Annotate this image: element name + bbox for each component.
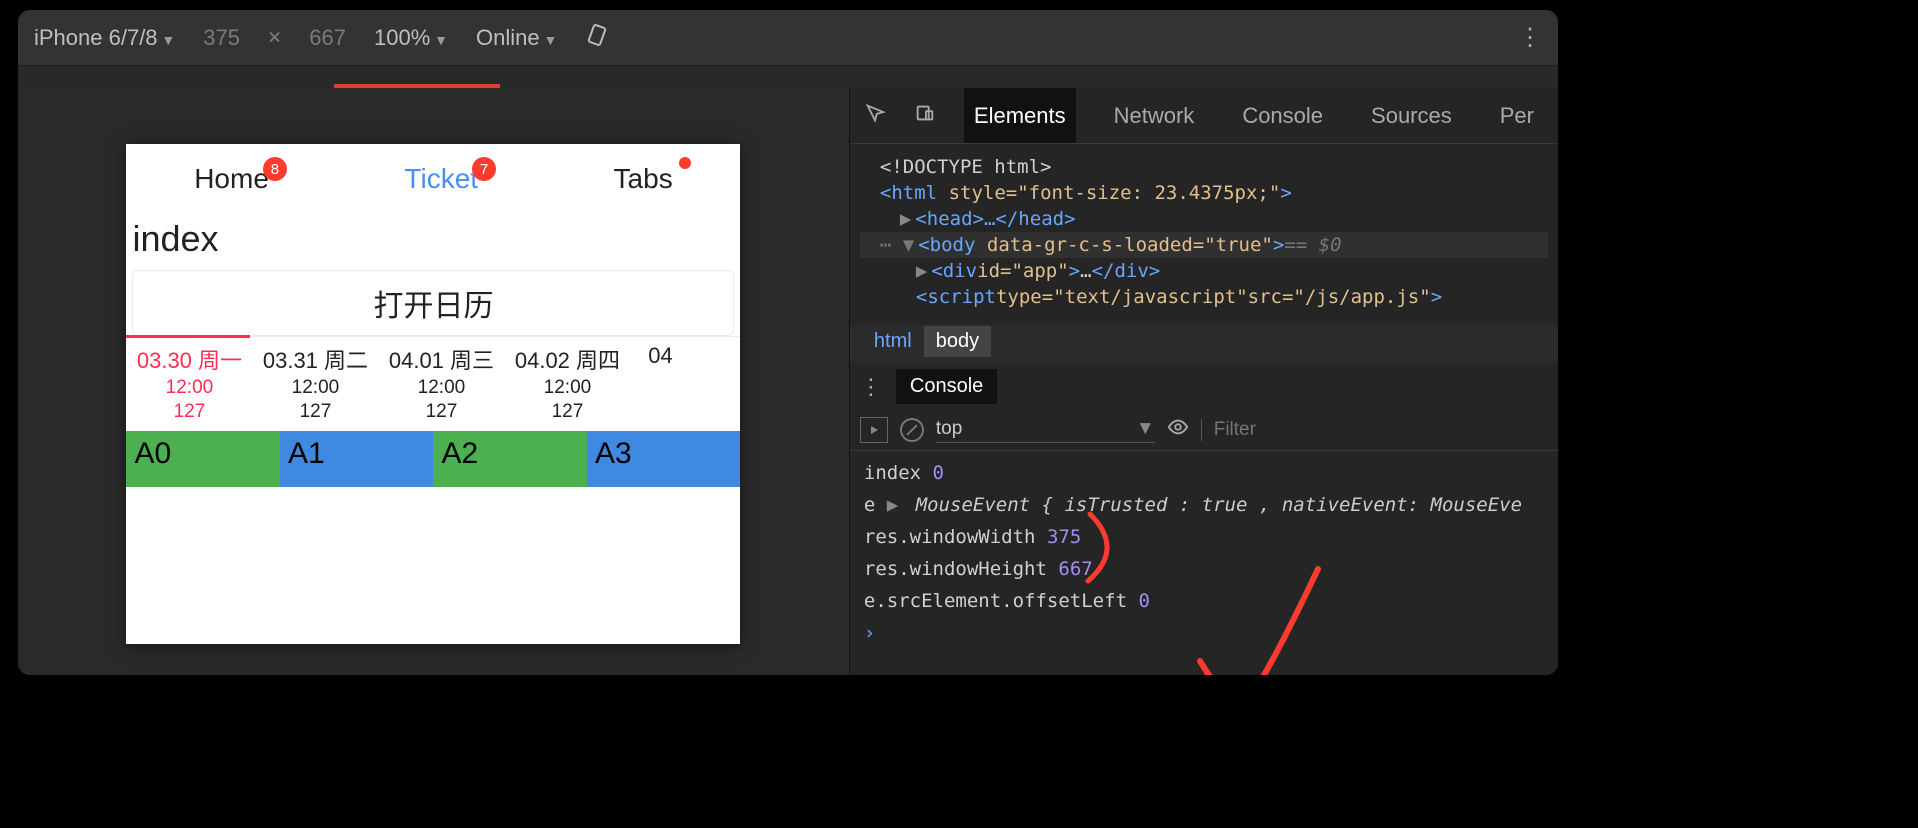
device-viewport-area: Home 8 Ticket 7 Tabs index 打开日历: [18, 88, 849, 675]
tab-ticket[interactable]: Ticket 7: [404, 163, 478, 195]
console-line: res.windowWidth 375: [864, 521, 1544, 553]
console-output[interactable]: index 0 e ▶ MouseEvent { isTrusted : tru…: [850, 451, 1558, 675]
context-label: top: [936, 418, 1136, 440]
tab-home[interactable]: Home 8: [194, 163, 269, 195]
date: 04.01 周三: [378, 343, 504, 375]
count: 127: [378, 401, 504, 423]
tab-console[interactable]: Console: [1232, 88, 1333, 143]
viewport-height[interactable]: 667: [309, 25, 346, 51]
device-mode-icon[interactable]: [914, 102, 936, 130]
blocks-row: A0 A1 A2 A3: [126, 431, 740, 487]
inspect-icon[interactable]: [864, 102, 886, 130]
date-strip[interactable]: 03.30 周一 12:00 127 03.31 周二 12:00 127 04…: [126, 336, 740, 431]
console-prompt[interactable]: ›: [864, 617, 1544, 649]
device-selector[interactable]: iPhone 6/7/8: [34, 25, 175, 51]
date: 04: [630, 343, 690, 369]
date: 03.30 周一: [126, 343, 252, 375]
dimension-separator: ×: [268, 25, 281, 50]
dom-doctype[interactable]: <!DOCTYPE html>: [860, 154, 1548, 180]
time: 12:00: [504, 377, 630, 399]
tab-label: Tabs: [614, 163, 673, 195]
crumb-body[interactable]: body: [924, 326, 991, 357]
dom-div-app[interactable]: ▶<div id="app">…</div>: [860, 258, 1548, 284]
time: 12:00: [378, 377, 504, 399]
block-a2[interactable]: A2: [433, 431, 587, 487]
date-col-4[interactable]: 04: [630, 337, 690, 431]
console-toolbar: top ▼: [850, 410, 1558, 451]
viewport-width[interactable]: 375: [203, 25, 240, 51]
console-line: res.windowHeight 667: [864, 553, 1544, 585]
date-col-2[interactable]: 04.01 周三 12:00 127: [378, 337, 504, 431]
open-calendar-button[interactable]: 打开日历: [132, 270, 734, 336]
ruler-bar: [18, 66, 1558, 88]
section-label: index: [126, 214, 740, 264]
live-expression-icon[interactable]: [1167, 416, 1189, 444]
dom-tree[interactable]: <!DOCTYPE html> <html style= "font-size:…: [850, 144, 1558, 324]
dom-body-open[interactable]: ⋯ ▼ <body data-gr-c-s-loaded= "true" > =…: [860, 232, 1548, 258]
block-a1[interactable]: A1: [280, 431, 434, 487]
count: 127: [252, 401, 378, 423]
drawer-header: ⋮ Console: [850, 363, 1558, 410]
app-tabs: Home 8 Ticket 7 Tabs: [126, 144, 740, 214]
kebab-menu-icon[interactable]: ⋮: [1518, 23, 1542, 52]
badge-home: 8: [263, 157, 287, 181]
width-indicator: [334, 66, 500, 88]
time: 12:00: [126, 377, 252, 399]
time: 12:00: [252, 377, 378, 399]
sidebar-toggle-icon[interactable]: [860, 417, 888, 443]
date-col-0[interactable]: 03.30 周一 12:00 127: [126, 337, 252, 431]
date-col-3[interactable]: 04.02 周四 12:00 127: [504, 337, 630, 431]
drawer-tab-console[interactable]: Console: [896, 369, 997, 404]
devtools-panel: Elements Network Console Sources Per <!D…: [849, 88, 1558, 675]
rotate-icon[interactable]: [585, 23, 609, 53]
tab-elements[interactable]: Elements: [964, 88, 1076, 143]
breadcrumb: html body: [850, 324, 1558, 363]
throttling-selector[interactable]: Online: [476, 25, 557, 51]
tab-label: Ticket: [404, 163, 478, 195]
device-frame: Home 8 Ticket 7 Tabs index 打开日历: [126, 144, 740, 644]
dom-html-open[interactable]: <html style= "font-size: 23.4375px;" >: [860, 180, 1548, 206]
console-line: e ▶ MouseEvent { isTrusted : true , nati…: [864, 489, 1544, 521]
tab-sources[interactable]: Sources: [1361, 88, 1462, 143]
tab-network[interactable]: Network: [1104, 88, 1205, 143]
date-col-1[interactable]: 03.31 周二 12:00 127: [252, 337, 378, 431]
dom-script[interactable]: <script type="text/javascript" src="/js/…: [860, 284, 1548, 310]
count: 127: [504, 401, 630, 423]
drawer-menu-icon[interactable]: ⋮: [860, 374, 882, 400]
clear-console-icon[interactable]: [900, 418, 924, 442]
console-line: e.srcElement.offsetLeft 0: [864, 585, 1544, 617]
count: 127: [126, 401, 252, 423]
device-toolbar: iPhone 6/7/8 375 × 667 100% Online ⋮: [18, 10, 1558, 66]
block-a0[interactable]: A0: [126, 431, 280, 487]
badge-tabs-dot: [679, 157, 691, 169]
tab-performance[interactable]: Per: [1490, 88, 1544, 143]
console-line: index 0: [864, 457, 1544, 489]
devtools-tabs: Elements Network Console Sources Per: [850, 88, 1558, 144]
block-a3[interactable]: A3: [587, 431, 741, 487]
devtools-window: iPhone 6/7/8 375 × 667 100% Online ⋮ Hom…: [18, 10, 1558, 675]
zoom-selector[interactable]: 100%: [374, 25, 448, 51]
date: 04.02 周四: [504, 343, 630, 375]
badge-ticket: 7: [472, 157, 496, 181]
dom-head[interactable]: ▶<head>…</head>: [860, 206, 1548, 232]
console-filter-input[interactable]: [1201, 419, 1548, 441]
date: 03.31 周二: [252, 343, 378, 375]
crumb-html[interactable]: html: [862, 326, 924, 357]
tab-label: Home: [194, 163, 269, 195]
context-selector[interactable]: top ▼: [936, 418, 1155, 443]
tab-tabs[interactable]: Tabs: [614, 163, 673, 195]
